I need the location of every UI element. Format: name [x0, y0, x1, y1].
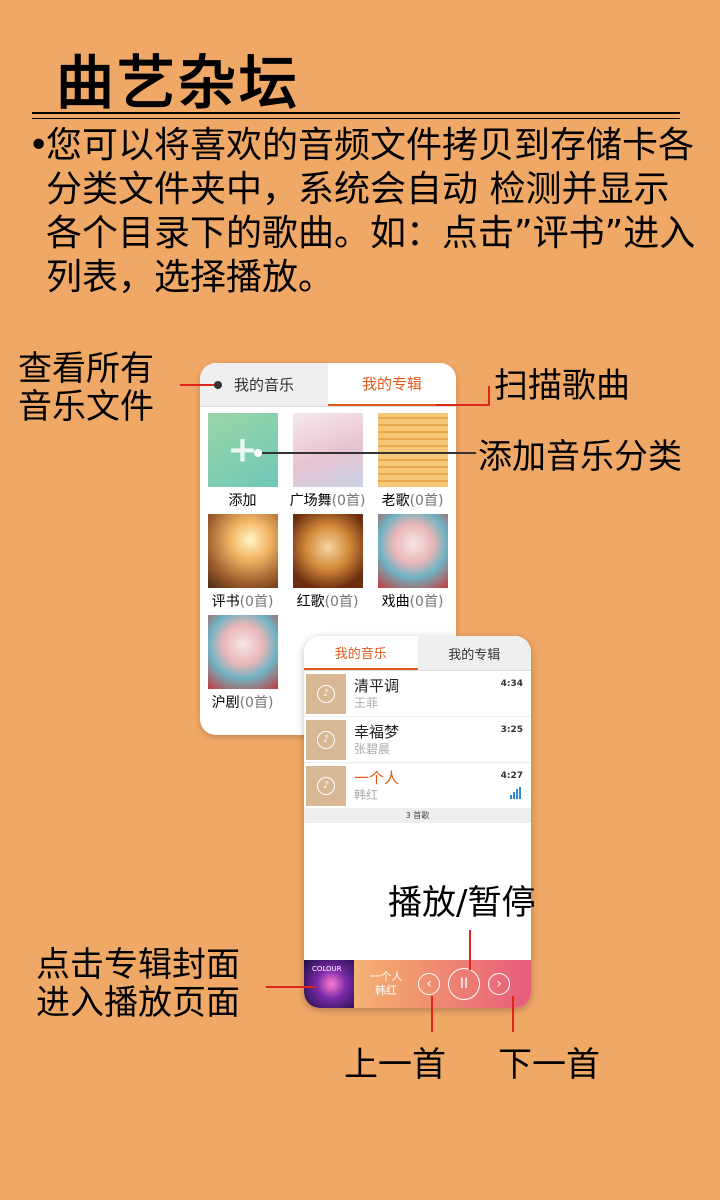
category-label: 评书(0首): [211, 594, 274, 610]
song-title: 清平调: [354, 676, 400, 695]
song-artist: 王菲: [354, 695, 379, 710]
song-row-playing[interactable]: ♪ 一个人 韩红 4:27: [304, 763, 531, 809]
song-row[interactable]: ♪ 幸福梦 张碧晨 3:25: [304, 717, 531, 763]
song-artist: 韩红: [354, 787, 379, 802]
tab-my-albums[interactable]: 我的专辑: [328, 363, 456, 406]
annotation-line: [431, 996, 433, 1032]
song-artist: 张碧晨: [354, 741, 391, 756]
tab-bar: 我的音乐 我的专辑: [304, 636, 531, 671]
category-red-songs[interactable]: 红歌(0首): [285, 514, 370, 615]
page-title: 曲艺杂坛: [56, 49, 301, 117]
song-duration: 4:27: [500, 771, 523, 781]
now-playing-info: 一个人 韩红: [354, 970, 418, 998]
song-count: 3 首歌: [304, 809, 531, 823]
annotation-click-cover: 点击专辑封面 进入播放页面: [36, 945, 240, 1023]
category-label: 沪剧(0首): [211, 695, 274, 711]
song-title: 幸福梦: [354, 722, 400, 741]
album-cover-text: COLOUR: [312, 965, 342, 973]
song-row[interactable]: ♪ 清平调 王菲 4:34: [304, 671, 531, 717]
add-category-thumb[interactable]: +: [207, 413, 278, 487]
annotation-line: [180, 384, 218, 386]
category-storytelling[interactable]: 评书(0首): [200, 514, 285, 615]
annotation-view-all: 查看所有 音乐文件: [18, 349, 154, 427]
annotation-add-category: 添加音乐分类: [478, 437, 682, 477]
annotation-line: [469, 930, 471, 970]
song-cover: ♪: [306, 765, 346, 806]
annotation-line: [488, 386, 490, 406]
song-list-screen: 我的音乐 我的专辑 ♪ 清平调 王菲 4:34 ♪ 幸福梦 张碧晨 3:25 ♪…: [304, 636, 531, 1008]
album-cover[interactable]: COLOUR: [304, 960, 354, 1008]
annotation-line: [512, 996, 514, 1032]
category-thumb[interactable]: [292, 514, 363, 588]
category-label: 添加: [228, 493, 257, 509]
tab-bar: 我的音乐 我的专辑: [200, 363, 456, 407]
music-note-icon: ♪: [317, 730, 335, 749]
bullet: •: [28, 125, 50, 166]
category-thumb[interactable]: [377, 413, 448, 487]
music-note-icon: ♪: [317, 684, 335, 703]
category-thumb[interactable]: [207, 615, 278, 689]
song-duration: 4:34: [500, 679, 523, 689]
song-title: 一个人: [354, 768, 400, 787]
title-divider: [32, 112, 680, 114]
plus-icon: +: [227, 429, 258, 471]
annotation-next: 下一首: [498, 1045, 600, 1085]
previous-button[interactable]: ‹: [418, 973, 440, 995]
tab-my-music[interactable]: 我的音乐: [304, 636, 418, 670]
category-shanghai-opera[interactable]: 沪剧(0首): [200, 615, 285, 716]
song-duration: 3:25: [500, 725, 523, 735]
next-button[interactable]: ›: [488, 973, 510, 995]
category-label: 戏曲(0首): [381, 594, 444, 610]
pause-button[interactable]: II: [448, 968, 480, 1000]
annotation-dot: [254, 449, 262, 457]
equalizer-icon: [510, 787, 521, 799]
category-square-dance[interactable]: 广场舞(0首): [285, 413, 370, 514]
category-thumb[interactable]: [377, 514, 448, 588]
description-text: 您可以将喜欢的音频文件拷贝到存储卡各分类文件夹中，系统会自动 检测并显示各个目录…: [46, 125, 696, 298]
annotation-play-pause: 播放/暂停: [388, 883, 536, 923]
annotation-line: [436, 404, 490, 406]
song-cover: ♪: [306, 673, 346, 714]
annotation-scan-songs: 扫描歌曲: [494, 366, 630, 406]
category-old-songs[interactable]: 老歌(0首): [370, 413, 455, 514]
music-note-icon: ♪: [317, 776, 335, 795]
annotation-line: [266, 986, 316, 988]
category-label: 老歌(0首): [381, 493, 444, 509]
category-thumb[interactable]: [207, 514, 278, 588]
category-add[interactable]: + 添加: [200, 413, 285, 514]
annotation-dot: [214, 381, 222, 389]
now-playing-title: 一个人: [369, 970, 403, 983]
annotation-prev: 上一首: [344, 1045, 446, 1085]
category-label: 红歌(0首): [296, 594, 359, 610]
title-divider-thin: [32, 118, 680, 119]
category-opera[interactable]: 戏曲(0首): [370, 514, 455, 615]
song-cover: ♪: [306, 719, 346, 760]
mini-player: COLOUR 一个人 韩红 ‹ II ›: [304, 960, 531, 1008]
tab-my-albums[interactable]: 我的专辑: [417, 636, 531, 670]
annotation-line: [258, 452, 476, 454]
category-label: 广场舞(0首): [289, 493, 366, 509]
category-thumb[interactable]: [292, 413, 363, 487]
description: • 您可以将喜欢的音频文件拷贝到存储卡各分类文件夹中，系统会自动 检测并显示各个…: [28, 124, 698, 300]
now-playing-artist: 韩红: [375, 984, 397, 997]
